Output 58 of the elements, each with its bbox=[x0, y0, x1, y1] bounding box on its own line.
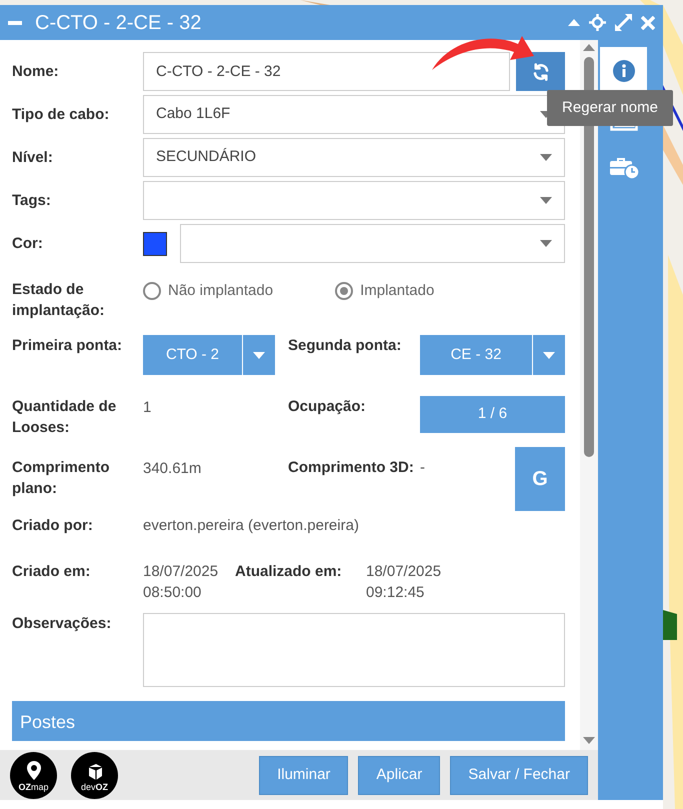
minimize-icon[interactable] bbox=[8, 20, 22, 24]
field-label: Quantidade de Looses: bbox=[12, 397, 118, 438]
field-label: Primeira ponta: bbox=[12, 336, 124, 356]
logo: OZmap bbox=[10, 752, 57, 798]
field-label: Comprimento plano: bbox=[12, 458, 110, 499]
briefcase-clock-icon bbox=[608, 155, 640, 179]
select-field[interactable] bbox=[143, 181, 565, 220]
tooltip: Regerar nome bbox=[547, 90, 673, 126]
notes-field[interactable] bbox=[143, 613, 565, 687]
field-value: 18/07/2025 09:12:45 bbox=[366, 562, 442, 603]
field-label: Atualizado em: bbox=[235, 562, 343, 582]
field-label: Cor: bbox=[12, 234, 44, 254]
refresh-icon bbox=[532, 62, 550, 80]
collapse-icon[interactable] bbox=[568, 19, 580, 26]
move-icon[interactable] bbox=[589, 14, 606, 31]
field-value: 18/07/2025 08:50:00 bbox=[143, 562, 220, 603]
field-label: Comprimento 3D: bbox=[288, 458, 415, 478]
section-header[interactable]: Postes bbox=[12, 701, 565, 741]
name-input[interactable]: C-CTO - 2-CE - 32 bbox=[143, 52, 510, 91]
field-label: Nome: bbox=[12, 62, 60, 82]
field-label: Nível: bbox=[12, 148, 54, 168]
g-button[interactable]: G bbox=[515, 447, 565, 511]
field-label: Criado por: bbox=[12, 516, 94, 536]
caret-icon bbox=[540, 154, 552, 161]
field-value: - bbox=[420, 458, 425, 478]
radio-option[interactable]: Implantado bbox=[335, 280, 434, 302]
caret-icon bbox=[540, 197, 552, 204]
field-label: Tags: bbox=[12, 191, 52, 211]
close-icon[interactable] bbox=[641, 16, 655, 30]
caret-icon bbox=[540, 240, 552, 247]
radio-option[interactable]: Não implantado bbox=[143, 280, 274, 302]
field-label: Segunda ponta: bbox=[288, 336, 402, 356]
field-label: Tipo de cabo: bbox=[12, 105, 110, 125]
expand-icon[interactable] bbox=[615, 14, 632, 31]
caret-icon bbox=[543, 352, 555, 358]
field-label: Observações: bbox=[12, 614, 112, 634]
regenerate-button[interactable] bbox=[516, 52, 565, 91]
field-label: Criado em: bbox=[12, 562, 92, 582]
field-value: 1 bbox=[143, 398, 152, 418]
endpoint-dropdown[interactable]: CTO - 2 bbox=[143, 335, 275, 375]
select-field[interactable]: SECUNDÁRIO bbox=[143, 138, 565, 177]
field-label: Estado de implantação: bbox=[12, 280, 106, 321]
occupancy-button[interactable]: 1 / 6 bbox=[420, 396, 565, 433]
scroll-down-icon[interactable] bbox=[583, 737, 595, 744]
field-value: 340.61m bbox=[143, 459, 202, 479]
window-title: C-CTO - 2-CE - 32 bbox=[35, 10, 202, 36]
color-select[interactable] bbox=[180, 224, 565, 263]
scroll-up-icon[interactable] bbox=[583, 44, 595, 51]
field-label: Ocupação: bbox=[288, 397, 367, 417]
footer-button[interactable]: Salvar / Fechar bbox=[450, 756, 588, 794]
color-swatch[interactable] bbox=[143, 232, 167, 256]
endpoint-dropdown[interactable]: CE - 32 bbox=[420, 335, 565, 375]
footer-button[interactable]: Aplicar bbox=[358, 756, 440, 794]
footer-button[interactable]: Iluminar bbox=[259, 756, 348, 794]
info-icon bbox=[612, 60, 634, 82]
logo: devOZ bbox=[71, 752, 118, 798]
caret-icon bbox=[253, 352, 265, 358]
field-value: everton.pereira (everton.pereira) bbox=[143, 516, 359, 536]
